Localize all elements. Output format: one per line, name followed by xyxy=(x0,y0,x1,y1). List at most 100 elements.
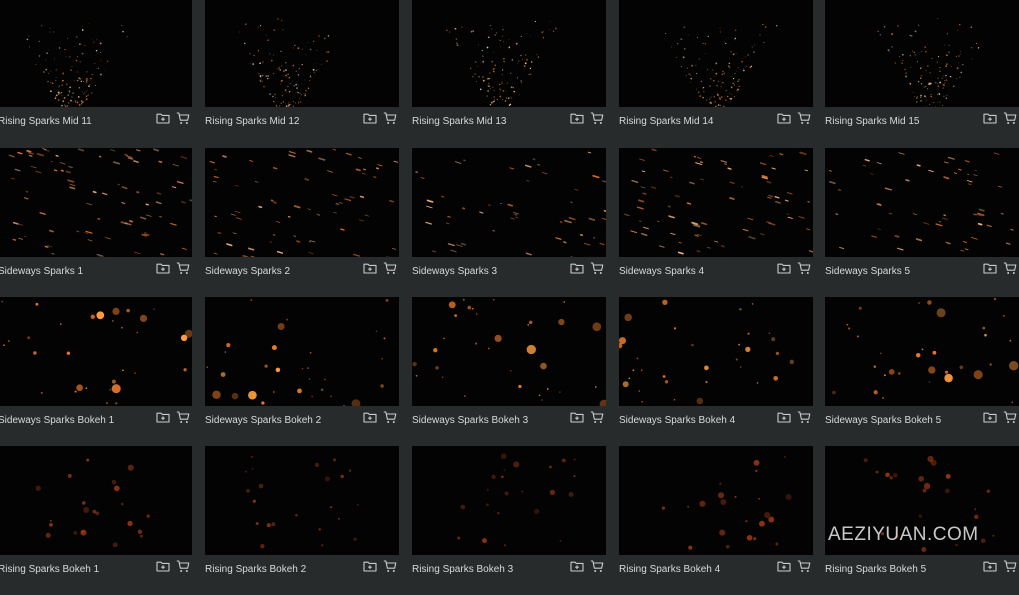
cart-icon[interactable] xyxy=(590,112,606,128)
add-to-folder-icon[interactable] xyxy=(777,411,793,427)
clip-title: Sideways Sparks 5 xyxy=(825,266,975,277)
clip-title: Rising Sparks Bokeh 3 xyxy=(412,564,562,575)
add-to-folder-icon[interactable] xyxy=(777,112,793,128)
add-to-folder-icon[interactable] xyxy=(363,112,379,128)
clip-thumbnail[interactable] xyxy=(825,297,1019,406)
clip-thumbnail[interactable] xyxy=(0,148,192,257)
spark-particles xyxy=(0,148,192,257)
clip-title: Rising Sparks Mid 15 xyxy=(825,116,975,127)
clip-thumbnail[interactable] xyxy=(412,446,606,555)
cart-icon[interactable] xyxy=(1003,262,1019,278)
cart-icon[interactable] xyxy=(383,560,399,576)
clip-card[interactable]: Sideways Sparks Bokeh 2 xyxy=(205,297,399,446)
add-to-folder-icon[interactable] xyxy=(156,112,172,128)
clip-thumbnail[interactable] xyxy=(205,446,399,555)
clip-title: Rising Sparks Bokeh 1 xyxy=(0,564,148,575)
cart-icon[interactable] xyxy=(176,262,192,278)
clip-card[interactable]: Rising Sparks Bokeh 3 xyxy=(412,446,606,595)
clip-card[interactable]: Sideways Sparks Bokeh 3 xyxy=(412,297,606,446)
add-to-folder-icon[interactable] xyxy=(983,112,999,128)
clip-thumbnail[interactable] xyxy=(825,0,1019,107)
spark-particles xyxy=(825,148,1019,257)
add-to-folder-icon[interactable] xyxy=(570,560,586,576)
spark-particles xyxy=(619,0,813,107)
spark-particles xyxy=(0,297,192,406)
clip-card[interactable]: Rising Sparks Mid 14 xyxy=(619,0,813,147)
clip-card[interactable]: Rising Sparks Bokeh 5 xyxy=(825,446,1019,595)
clip-title: Sideways Sparks Bokeh 5 xyxy=(825,415,975,426)
clip-card[interactable]: Sideways Sparks 3 xyxy=(412,148,606,297)
clip-thumbnail[interactable] xyxy=(619,446,813,555)
clip-card[interactable]: Rising Sparks Mid 15 xyxy=(825,0,1019,147)
clip-thumbnail[interactable] xyxy=(205,0,399,107)
clip-card[interactable]: Sideways Sparks 4 xyxy=(619,148,813,297)
add-to-folder-icon[interactable] xyxy=(983,560,999,576)
cart-icon[interactable] xyxy=(797,262,813,278)
cart-icon[interactable] xyxy=(176,112,192,128)
add-to-folder-icon[interactable] xyxy=(777,560,793,576)
cart-icon[interactable] xyxy=(590,560,606,576)
clip-thumbnail[interactable] xyxy=(205,148,399,257)
clip-thumbnail[interactable] xyxy=(412,297,606,406)
add-to-folder-icon[interactable] xyxy=(570,112,586,128)
clip-thumbnail[interactable] xyxy=(412,0,606,107)
clip-thumbnail[interactable] xyxy=(0,0,192,107)
clip-title: Sideways Sparks 4 xyxy=(619,266,769,277)
clip-card[interactable]: Rising Sparks Mid 13 xyxy=(412,0,606,147)
clip-card[interactable]: Sideways Sparks Bokeh 4 xyxy=(619,297,813,446)
clip-grid: Rising Sparks Mid 11Rising Sparks Mid 12… xyxy=(0,0,1019,578)
add-to-folder-icon[interactable] xyxy=(570,262,586,278)
clip-thumbnail[interactable] xyxy=(412,148,606,257)
clip-card[interactable]: Sideways Sparks 5 xyxy=(825,148,1019,297)
clip-card[interactable]: Rising Sparks Bokeh 4 xyxy=(619,446,813,595)
cart-icon[interactable] xyxy=(176,560,192,576)
cart-icon[interactable] xyxy=(1003,112,1019,128)
spark-particles xyxy=(412,0,606,107)
clip-card[interactable]: Sideways Sparks 1 xyxy=(0,148,192,297)
cart-icon[interactable] xyxy=(1003,411,1019,427)
add-to-folder-icon[interactable] xyxy=(983,411,999,427)
spark-particles xyxy=(619,148,813,257)
cart-icon[interactable] xyxy=(176,411,192,427)
add-to-folder-icon[interactable] xyxy=(777,262,793,278)
clip-title: Rising Sparks Bokeh 2 xyxy=(205,564,355,575)
clip-thumbnail[interactable] xyxy=(205,297,399,406)
clip-thumbnail[interactable] xyxy=(0,446,192,555)
add-to-folder-icon[interactable] xyxy=(363,411,379,427)
clip-thumbnail[interactable] xyxy=(619,297,813,406)
cart-icon[interactable] xyxy=(590,262,606,278)
add-to-folder-icon[interactable] xyxy=(570,411,586,427)
add-to-folder-icon[interactable] xyxy=(363,560,379,576)
spark-particles xyxy=(205,0,399,107)
clip-title: Sideways Sparks Bokeh 4 xyxy=(619,415,769,426)
clip-title: Sideways Sparks Bokeh 1 xyxy=(0,415,148,426)
clip-card[interactable]: Rising Sparks Mid 11 xyxy=(0,0,192,147)
cart-icon[interactable] xyxy=(383,262,399,278)
spark-particles xyxy=(619,297,813,406)
clip-thumbnail[interactable] xyxy=(619,0,813,107)
clip-card[interactable]: Rising Sparks Mid 12 xyxy=(205,0,399,147)
cart-icon[interactable] xyxy=(590,411,606,427)
clip-card[interactable]: Rising Sparks Bokeh 2 xyxy=(205,446,399,595)
add-to-folder-icon[interactable] xyxy=(363,262,379,278)
clip-title: Sideways Sparks Bokeh 3 xyxy=(412,415,562,426)
cart-icon[interactable] xyxy=(383,411,399,427)
add-to-folder-icon[interactable] xyxy=(156,411,172,427)
cart-icon[interactable] xyxy=(383,112,399,128)
spark-particles xyxy=(619,446,813,555)
add-to-folder-icon[interactable] xyxy=(156,262,172,278)
cart-icon[interactable] xyxy=(1003,560,1019,576)
clip-card[interactable]: Sideways Sparks Bokeh 5 xyxy=(825,297,1019,446)
clip-title: Rising Sparks Mid 13 xyxy=(412,116,562,127)
add-to-folder-icon[interactable] xyxy=(983,262,999,278)
cart-icon[interactable] xyxy=(797,112,813,128)
cart-icon[interactable] xyxy=(797,411,813,427)
cart-icon[interactable] xyxy=(797,560,813,576)
clip-card[interactable]: Rising Sparks Bokeh 1 xyxy=(0,446,192,595)
clip-thumbnail[interactable] xyxy=(825,148,1019,257)
add-to-folder-icon[interactable] xyxy=(156,560,172,576)
clip-thumbnail[interactable] xyxy=(0,297,192,406)
clip-thumbnail[interactable] xyxy=(619,148,813,257)
clip-card[interactable]: Sideways Sparks 2 xyxy=(205,148,399,297)
clip-card[interactable]: Sideways Sparks Bokeh 1 xyxy=(0,297,192,446)
